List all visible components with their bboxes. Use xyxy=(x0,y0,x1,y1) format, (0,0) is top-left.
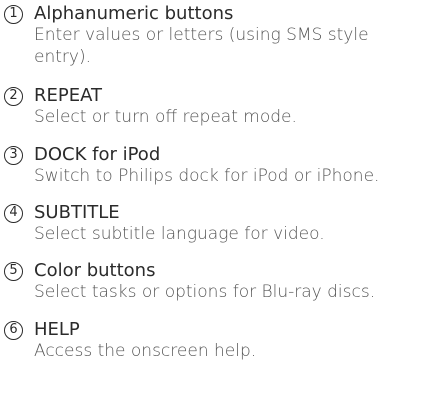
item-description: Select tasks or options for Blu-ray disc… xyxy=(34,282,376,302)
item-number-badge: 4 xyxy=(4,204,23,223)
item-number-badge: 1 xyxy=(4,5,23,24)
item-description: Select or turn off repeat mode. xyxy=(34,107,297,127)
item-title: Color buttons xyxy=(34,260,156,281)
item-title: DOCK for iPod xyxy=(34,144,161,165)
item-description: Enter values or letters (using SMS style… xyxy=(34,25,369,67)
item-number-badge: 2 xyxy=(4,87,23,106)
item-title: SUBTITLE xyxy=(34,202,120,223)
item-number-badge: 3 xyxy=(4,146,23,165)
remote-control-button-list: 1 Alphanumeric buttons Enter values or l… xyxy=(0,0,431,396)
item-description: Select subtitle language for video. xyxy=(34,224,325,244)
item-title: HELP xyxy=(34,319,80,340)
item-description: Access the onscreen help. xyxy=(34,341,257,361)
item-number-badge: 6 xyxy=(4,321,23,340)
item-title: REPEAT xyxy=(34,85,103,106)
item-title: Alphanumeric buttons xyxy=(34,3,234,24)
item-description: Switch to Philips dock for iPod or iPhon… xyxy=(34,166,380,186)
item-number-badge: 5 xyxy=(4,262,23,281)
